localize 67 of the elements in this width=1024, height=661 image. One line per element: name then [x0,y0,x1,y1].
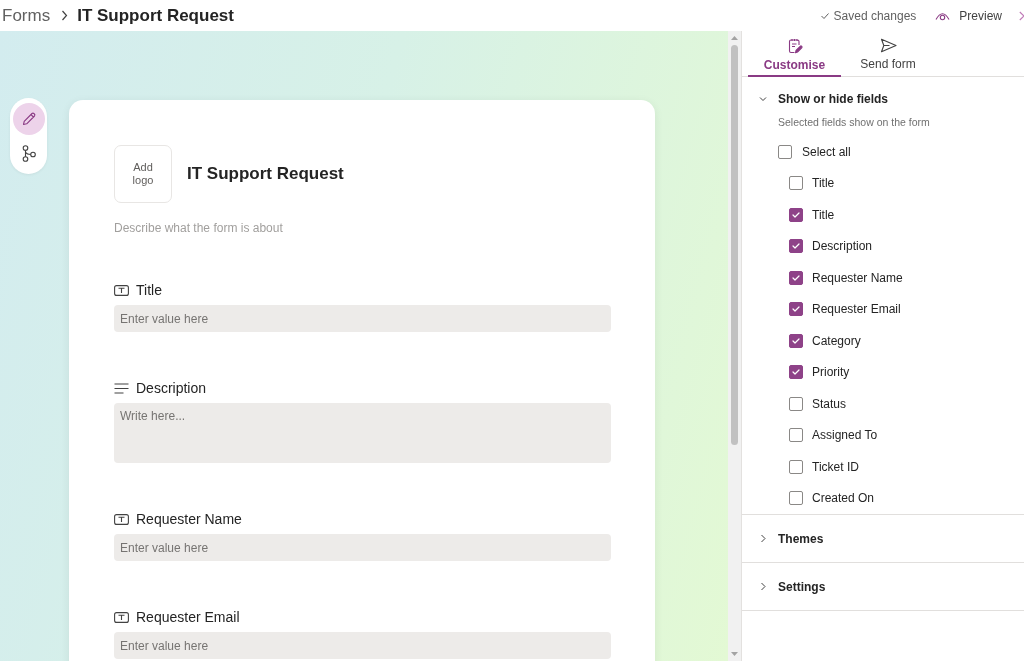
checkbox-label[interactable]: Title [812,176,835,191]
section-hint: Selected fields show on the form [777,115,931,129]
scroll-down-icon[interactable] [731,652,738,656]
breadcrumb-link[interactable]: Forms [2,5,51,26]
checkbox-label[interactable]: Priority [812,365,850,380]
checkbox[interactable] [789,491,803,506]
checkbox[interactable] [789,302,803,317]
pencil-icon [20,111,37,127]
saved-status: Saved changes [833,8,917,23]
paragraph-icon [114,382,129,394]
checkbox[interactable] [789,459,803,474]
text-field-icon [114,611,129,623]
checkbox-label[interactable]: Select all [802,144,851,159]
add-logo-button[interactable]: Add logo [114,145,172,203]
send-icon [879,38,897,53]
checkbox-label[interactable]: Created On [812,491,875,506]
section-header[interactable]: Show or hide fields [742,77,1024,115]
check-icon [792,369,800,376]
text-field-icon [114,284,129,296]
checkbox-label[interactable]: Requester Name [812,270,903,285]
checkbox-label[interactable]: Category [812,333,861,348]
page-title: IT Support Request [77,5,234,26]
section-header[interactable]: Settings [742,563,1024,610]
check-icon [792,274,800,281]
check-icon [792,211,800,218]
checkbox-label[interactable]: Assigned To [812,428,878,443]
input-field[interactable]: Enter value here [114,305,611,332]
field-label: Requester Email [136,609,240,625]
text-field-icon [114,513,129,525]
checkbox-label[interactable]: Status [812,396,847,411]
field-label: Title [136,282,162,298]
section-header[interactable]: Themes [742,515,1024,562]
eye-icon [935,10,951,21]
check-icon [820,12,829,19]
checkbox[interactable] [789,207,803,222]
chevron-right-icon [61,10,69,21]
checkbox[interactable] [789,428,803,443]
field-label: Requester Name [136,511,242,527]
branch-icon [21,144,36,162]
checkbox[interactable] [789,396,803,411]
checkbox[interactable] [789,176,803,191]
checkbox-label[interactable]: Ticket ID [812,459,859,474]
input-field[interactable]: Enter value here [114,534,611,561]
scrollbar-thumb[interactable] [731,45,738,445]
edit-button[interactable] [12,103,45,135]
check-icon [792,306,800,313]
checkbox[interactable] [789,239,803,254]
form-edit-icon [786,38,803,54]
scroll-up-icon[interactable] [731,36,738,40]
field-label: Description [136,380,207,396]
input-field[interactable]: Enter value here [114,632,611,659]
check-icon [792,243,800,250]
check-icon [792,337,800,344]
checkbox-label[interactable]: Requester Email [812,302,901,317]
chevron-icon[interactable] [1019,10,1024,21]
checkbox[interactable] [789,270,803,285]
tab[interactable]: Customise [748,31,841,77]
form-title: IT Support Request [187,164,344,184]
text-area[interactable]: Write here... [114,403,611,463]
checkbox-label[interactable]: Description [812,239,873,254]
preview-button[interactable]: Preview [935,8,1002,23]
tab[interactable]: Send form [845,31,931,77]
checkbox[interactable] [789,333,803,348]
scrollbar[interactable] [728,31,741,661]
checkbox[interactable] [789,365,803,380]
checkbox-label[interactable]: Title [812,207,835,222]
checkbox[interactable] [778,144,792,159]
